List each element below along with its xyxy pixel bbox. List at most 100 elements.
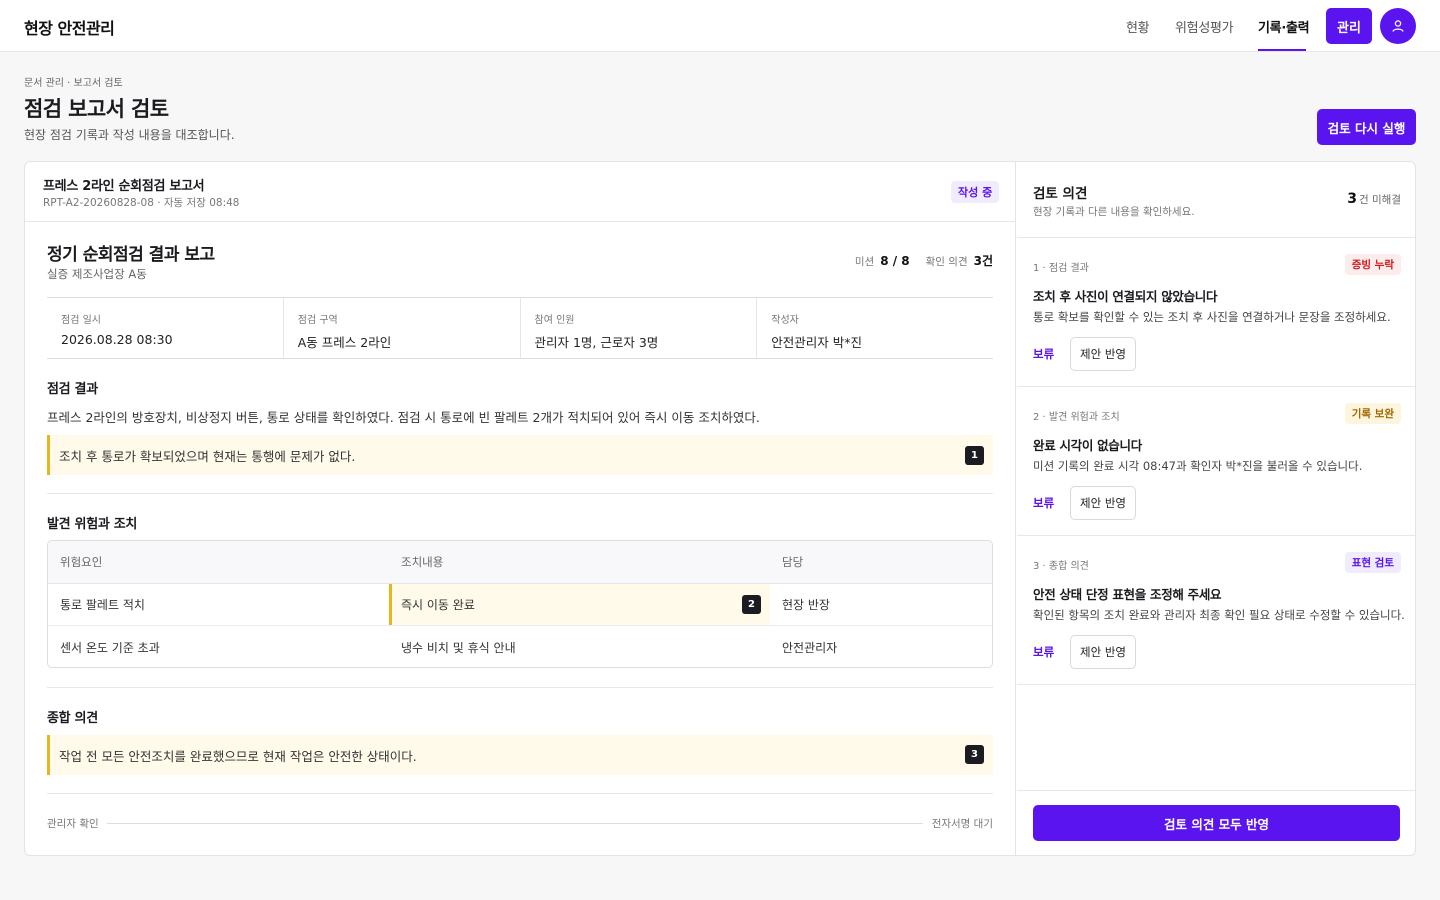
info-label: 점검 일시 [61,315,101,326]
admin-button[interactable]: 관리 [1326,8,1372,44]
review-marker-3[interactable]: 3 [965,745,984,764]
review-item-description: 확인된 항목의 조치 완료와 관리자 최종 확인 필요 상태로 수정할 수 있습… [1033,608,1405,622]
report-title: 정기 순회점검 결과 보고 [47,245,215,265]
flagged-sentence-1[interactable]: 조치 후 통로가 확보되었으며 현재는 통행에 문제가 없다. [47,435,993,475]
review-item-description: 통로 확보를 확인할 수 있는 조치 후 사진을 연결하거나 문장을 조정하세요… [1033,310,1391,324]
risk-table: 위험요인 조치내용 담당 통로 팔레트 적치 즉시 이동 완료 2 현장 반장 … [47,540,993,668]
result-text[interactable]: 프레스 2라인의 방호장치, 비상정지 버튼, 통로 상태를 확인하였다. 점검… [47,407,760,426]
user-avatar[interactable] [1380,8,1416,44]
cell-action: 냉수 비치 및 휴식 안내 [401,640,516,655]
review-item-tag: 표현 검토 [1344,552,1401,573]
section-divider [47,493,993,494]
cell-owner: 현장 반장 [782,598,830,612]
review-item-2[interactable]: 2 · 발견 위험과 조치 기록 보완 완료 시각이 없습니다 미션 기록의 완… [1017,387,1415,536]
inspection-info-grid: 점검 일시 2026.08.28 08:30 점검 구역 A동 프레스 2라인 … [47,297,993,359]
review-subtitle: 현장 기록과 다른 내용을 확인하세요. [1033,206,1195,218]
review-item-1[interactable]: 1 · 점검 결과 증빙 누락 조치 후 사진이 연결되지 않았습니다 통로 확… [1017,238,1415,387]
table-header: 위험요인 조치내용 담당 [48,541,992,584]
review-marker-1[interactable]: 1 [965,446,984,465]
signature-status: 전자서명 대기 [931,818,993,830]
info-cell-date: 점검 일시 2026.08.28 08:30 [47,298,284,358]
mission-value: 8 / 8 [880,254,910,268]
review-item-3[interactable]: 3 · 종합 의견 표현 검토 안전 상태 단정 표현을 조정해 주세요 확인된… [1017,536,1415,685]
info-value: A동 프레스 2라인 [297,335,392,350]
review-item-heading: 완료 시각이 없습니다 [1033,438,1142,453]
review-footer: 검토 의견 모두 반영 [1017,790,1415,855]
apply-suggestion-button[interactable]: 제안 반영 [1070,635,1136,669]
signature-label: 관리자 확인 [47,818,99,830]
check-value: 3건 [973,254,993,268]
hold-button[interactable]: 보류 [1033,346,1054,362]
info-cell-participants: 참여 인원 관리자 1명, 근로자 3명 [521,298,758,358]
info-value: 2026.08.28 08:30 [61,332,173,347]
column-header-action: 조치내용 [401,555,444,569]
cell-hazard: 센서 온도 기준 초과 [60,640,160,655]
table-row: 통로 팔레트 적치 즉시 이동 완료 2 현장 반장 [48,584,992,626]
review-item-tag: 기록 보완 [1344,403,1401,424]
review-title: 검토 의견 [1033,186,1088,202]
table-row: 센서 온도 기준 초과 냉수 비치 및 휴식 안내 안전관리자 [48,626,992,667]
review-header: 검토 의견 현장 기록과 다른 내용을 확인하세요. 3 건 미해결 [1017,162,1415,238]
column-header-owner: 담당 [782,555,804,569]
cell-action: 즉시 이동 완료 [401,598,475,612]
mission-label: 미션 [854,256,875,268]
nav-item-records[interactable]: 기록·출력 [1258,17,1310,36]
status-badge: 작성 중 [951,181,1000,203]
review-item-heading: 안전 상태 단정 표현을 조정해 주세요 [1033,587,1222,602]
rerun-review-button[interactable]: 검토 다시 실행 [1317,109,1416,145]
document-name: 프레스 2라인 순회점검 보고서 [43,179,205,194]
info-cell-author: 작성자 안전관리자 박*진 [757,298,993,358]
document-header: 프레스 2라인 순회점검 보고서 RPT-A2-20260828-08 · 자동… [25,162,1016,222]
info-value: 관리자 1명, 근로자 3명 [534,335,659,350]
review-item-category: 1 · 점검 결과 [1033,263,1089,274]
section-title-risk: 발견 위험과 조치 [47,517,138,532]
hold-button[interactable]: 보류 [1033,644,1054,660]
section-divider [47,793,993,794]
breadcrumb: 문서 관리 · 보고서 검토 [24,78,123,89]
review-item-heading: 조치 후 사진이 연결되지 않았습니다 [1033,289,1218,304]
unresolved-count-value: 3 [1347,191,1358,207]
review-pane: 검토 의견 현장 기록과 다른 내용을 확인하세요. 3 건 미해결 1 · 점… [1017,162,1415,855]
flagged-sentence-text: 작업 전 모든 안전조치를 완료했으므로 현재 작업은 안전한 상태이다. [59,748,417,764]
report-stats: 미션 8 / 8 확인 의견 3건 [855,252,993,269]
page-subtitle: 현장 점검 기록과 작성 내용을 대조합니다. [24,128,235,142]
column-header-hazard: 위험요인 [60,555,103,569]
flagged-sentence-text: 조치 후 통로가 확보되었으며 현재는 통행에 문제가 없다. [59,448,356,464]
check-label: 확인 의견 [925,256,968,268]
section-divider [47,687,993,688]
nav-item-dashboard[interactable]: 현황 [1126,17,1150,36]
info-cell-area: 점검 구역 A동 프레스 2라인 [284,298,521,358]
review-item-category: 3 · 종합 의견 [1033,561,1089,572]
apply-all-button[interactable]: 검토 의견 모두 반영 [1033,805,1400,841]
info-label: 참여 인원 [534,315,575,326]
cell-hazard: 통로 팔레트 적치 [60,598,145,612]
unresolved-count: 3 건 미해결 [1347,191,1401,207]
review-item-category: 2 · 발견 위험과 조치 [1033,412,1120,423]
apply-suggestion-button[interactable]: 제안 반영 [1070,486,1136,520]
apply-suggestion-button[interactable]: 제안 반영 [1070,337,1136,371]
info-label: 작성자 [771,315,799,326]
hold-button[interactable]: 보류 [1033,495,1054,511]
cell-owner: 안전관리자 [782,640,838,655]
flagged-cell-action[interactable]: 즉시 이동 완료 [389,584,770,625]
flagged-sentence-3[interactable]: 작업 전 모든 안전조치를 완료했으므로 현재 작업은 안전한 상태이다. [47,735,993,775]
review-item-tag: 증빙 누락 [1344,254,1401,275]
report-site: 실증 제조사업장 A동 [47,267,147,281]
document-pane: 프레스 2라인 순회점검 보고서 RPT-A2-20260828-08 · 자동… [25,162,1016,855]
review-item-description: 미션 기록의 완료 시각 08:47과 확인자 박*진을 불러올 수 있습니다. [1033,459,1363,473]
page-title: 점검 보고서 검토 [24,97,169,121]
signature-line [107,823,923,824]
section-title-result: 점검 결과 [47,382,98,397]
document-meta: RPT-A2-20260828-08 · 자동 저장 08:48 [43,197,240,209]
unresolved-count-suffix: 건 미해결 [1359,194,1401,206]
user-icon [1392,20,1404,32]
signature-row: 관리자 확인 전자서명 대기 [47,816,993,830]
top-bar: 현장 안전관리 현황 위험성평가 기록·출력 관리 [0,0,1440,52]
review-workspace: 프레스 2라인 순회점검 보고서 RPT-A2-20260828-08 · 자동… [24,161,1416,856]
nav-active-indicator [1258,49,1306,51]
review-marker-2[interactable]: 2 [742,595,761,614]
app-brand[interactable]: 현장 안전관리 [24,15,115,39]
section-title-summary: 종합 의견 [47,711,98,726]
info-label: 점검 구역 [297,315,338,326]
nav-item-risk-assessment[interactable]: 위험성평가 [1175,17,1234,36]
